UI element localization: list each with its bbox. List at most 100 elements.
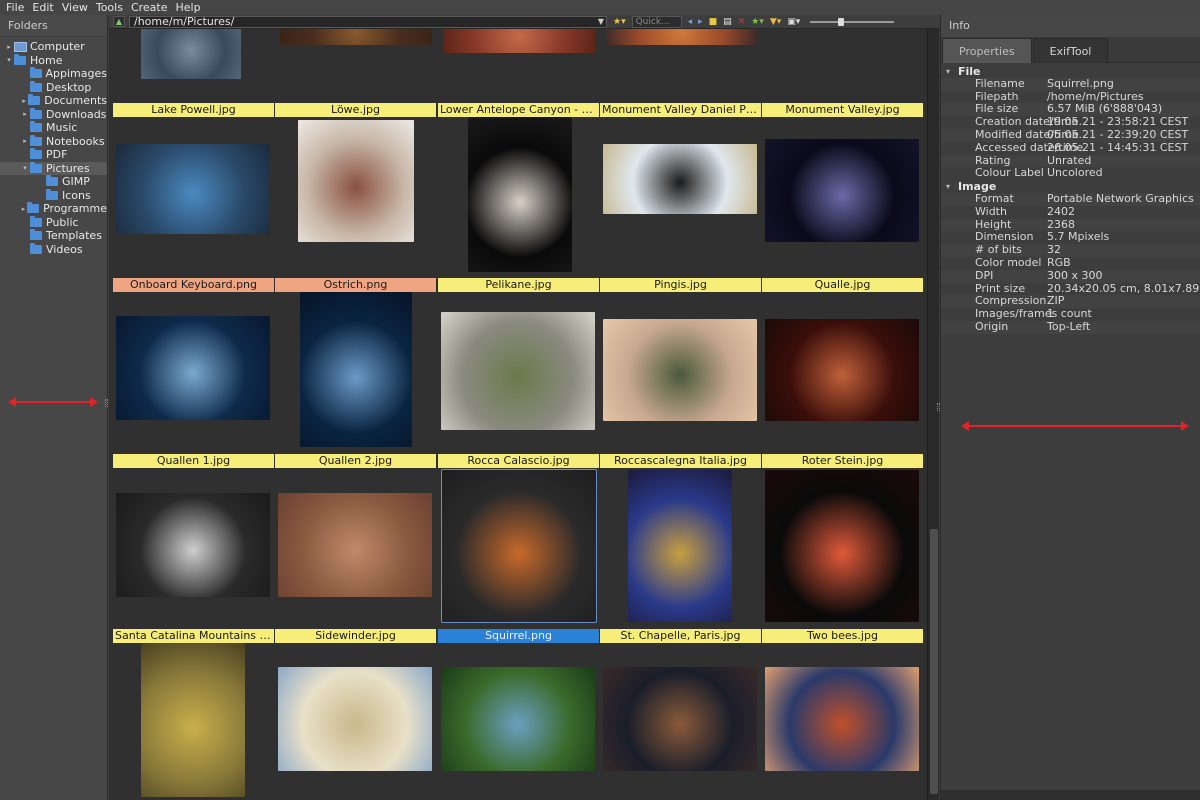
label-filter-icon[interactable]: ▼▾ <box>770 16 781 28</box>
thumbnail-image[interactable] <box>765 667 919 771</box>
thumbnail-item[interactable]: Rocca Calascio.jpg <box>438 292 600 468</box>
tree-item-downloads[interactable]: ▸ Downloads <box>0 107 107 122</box>
thumbnail-item[interactable]: Pelikane.jpg <box>438 117 600 292</box>
thumbnail-item[interactable]: Roter Stein.jpg <box>762 292 924 468</box>
tree-item-pictures[interactable]: ▾ Pictures <box>0 161 107 175</box>
thumbnail-image[interactable] <box>300 292 412 447</box>
tree-item-desktop[interactable]: Desktop <box>0 80 107 95</box>
menu-item-edit[interactable]: Edit <box>32 1 53 14</box>
expanded-arrow-icon[interactable]: ▾ <box>4 56 14 64</box>
menu-item-create[interactable]: Create <box>131 1 168 14</box>
vertical-scrollbar[interactable] <box>927 29 939 800</box>
splitter-handle[interactable] <box>105 399 108 407</box>
tree-item-public[interactable]: Public <box>0 215 107 230</box>
thumbnail-image[interactable] <box>116 316 270 420</box>
tree-item-programme[interactable]: ▸ Programme <box>0 202 107 216</box>
tree-item-home[interactable]: ▾ Home <box>0 53 107 68</box>
zoom-slider[interactable] <box>810 17 895 26</box>
thumbnail-image[interactable] <box>298 120 414 242</box>
thumbnail-item[interactable]: Löwe.jpg <box>275 29 437 117</box>
expanded-arrow-icon[interactable]: ▾ <box>20 164 30 172</box>
thumbnail-image[interactable] <box>441 469 597 623</box>
back-arrow-icon[interactable]: ◂ <box>688 16 693 28</box>
thumbnail-image[interactable] <box>603 144 757 214</box>
expanded-arrow-icon[interactable]: ▾ <box>946 182 958 191</box>
thumbnail-image[interactable] <box>278 667 432 771</box>
thumbnail-item[interactable]: Onboard Keyboard.png <box>113 117 275 292</box>
rating-filter-icon[interactable]: ★▾ <box>751 16 764 28</box>
menu-item-help[interactable]: Help <box>176 1 201 14</box>
thumbnail-image[interactable] <box>116 493 270 597</box>
thumbnail-image[interactable] <box>603 667 757 771</box>
tab-properties[interactable]: Properties <box>942 38 1032 63</box>
tree-item-pdf[interactable]: PDF <box>0 148 107 162</box>
new-folder-icon[interactable]: ■ <box>709 16 718 28</box>
collapsed-arrow-icon[interactable]: ▸ <box>20 97 28 105</box>
collapsed-arrow-icon[interactable]: ▸ <box>20 205 27 213</box>
horizontal-scrollbar[interactable] <box>941 790 1200 800</box>
thumbnail-item[interactable]: Lake Powell.jpg <box>113 29 275 117</box>
thumbnail-image[interactable] <box>603 319 757 421</box>
section-header-file[interactable]: ▾ File <box>941 65 1200 78</box>
thumbnail-item[interactable]: Monument Valley Daniel Plum… <box>600 29 762 117</box>
favorites-icon[interactable]: ★▾ <box>613 16 626 28</box>
tree-item-computer[interactable]: ▸ Computer <box>0 40 107 54</box>
up-folder-button[interactable]: ▲ <box>113 16 125 27</box>
thumbnail-image[interactable] <box>441 667 595 771</box>
scrollbar-thumb[interactable] <box>930 529 938 794</box>
thumbnail-item[interactable]: St. Chapelle, Paris.jpg <box>600 468 762 643</box>
thumbnail-image[interactable] <box>141 29 241 79</box>
thumbnail-item[interactable]: Ostrich.png <box>275 117 437 292</box>
thumbnail-item[interactable]: Pingis.jpg <box>600 117 762 292</box>
thumbnail-image[interactable] <box>278 493 432 597</box>
delete-icon[interactable]: ✕ <box>738 16 746 28</box>
thumbnail-item[interactable]: Quallen 2.jpg <box>275 292 437 468</box>
thumbnail-item[interactable]: Uzbekistan.png <box>275 643 437 800</box>
thumbnail-image[interactable] <box>468 117 572 272</box>
menu-item-view[interactable]: View <box>62 1 88 14</box>
thumbnail-image[interactable] <box>280 29 432 45</box>
thumbnail-item[interactable]: Qualle.jpg <box>762 117 924 292</box>
thumbnail-item[interactable]: White Pocket.jpg <box>762 643 924 800</box>
collapsed-arrow-icon[interactable]: ▸ <box>20 110 30 118</box>
thumbnail-image[interactable] <box>628 470 732 622</box>
thumbnail-item[interactable]: Santa Catalina Mountains - Da… <box>113 468 275 643</box>
thumbnail-item[interactable]: Usery Mountain Regional Park… <box>113 643 275 800</box>
view-mode-icon[interactable]: ▣▾ <box>787 16 800 28</box>
thumbnail-item[interactable]: Lower Antelope Canyon - Dani… <box>438 29 600 117</box>
move-icon[interactable]: ▤ <box>723 16 732 28</box>
thumbnail-item[interactable]: Squirrel.png <box>438 468 600 643</box>
thumbnail-item[interactable]: Roccascalegna Italia.jpg <box>600 292 762 468</box>
thumbnail-item[interactable]: Monument Valley.jpg <box>762 29 924 117</box>
path-field[interactable]: /home/m/Pictures/ ▼ <box>129 15 607 28</box>
quick-search-input[interactable]: Quick... <box>631 15 682 28</box>
tree-item-notebooks[interactable]: ▸ Notebooks <box>0 134 107 149</box>
tree-item-templates[interactable]: Templates <box>0 229 107 243</box>
tree-item-documents[interactable]: ▸ Documents <box>0 94 107 108</box>
chevron-down-icon[interactable]: ▼ <box>598 17 604 27</box>
zoom-slider-handle[interactable] <box>838 17 845 26</box>
thumbnail-item[interactable]: White Pocket bearbeitet.jpg <box>600 643 762 800</box>
tree-item-gimp[interactable]: GIMP <box>0 175 107 189</box>
thumbnail-image[interactable] <box>443 29 595 53</box>
tree-item-icons[interactable]: Icons <box>0 188 107 203</box>
tree-item-videos[interactable]: Videos <box>0 242 107 257</box>
tree-item-appimages[interactable]: Appimages <box>0 67 107 81</box>
menu-item-tools[interactable]: Tools <box>96 1 123 14</box>
forward-arrow-icon[interactable]: ▸ <box>698 16 703 28</box>
thumbnail-image[interactable] <box>765 470 919 622</box>
thumbnail-item[interactable]: Quallen 1.jpg <box>113 292 275 468</box>
thumbnail-image[interactable] <box>141 643 245 797</box>
splitter-handle[interactable] <box>937 403 940 411</box>
thumbnail-image[interactable] <box>441 312 595 430</box>
thumbnail-image[interactable] <box>605 29 757 45</box>
tab-exiftool[interactable]: ExifTool <box>1032 38 1109 63</box>
tree-item-music[interactable]: Music <box>0 121 107 135</box>
thumbnail-item[interactable]: Sidewinder.jpg <box>275 468 437 643</box>
expanded-arrow-icon[interactable]: ▾ <box>946 67 958 76</box>
menu-item-file[interactable]: File <box>6 1 24 14</box>
thumbnail-item[interactable]: Two bees.jpg <box>762 468 924 643</box>
collapsed-arrow-icon[interactable]: ▸ <box>20 137 30 145</box>
thumbnail-image[interactable] <box>765 319 919 421</box>
thumbnail-image[interactable] <box>116 144 270 234</box>
